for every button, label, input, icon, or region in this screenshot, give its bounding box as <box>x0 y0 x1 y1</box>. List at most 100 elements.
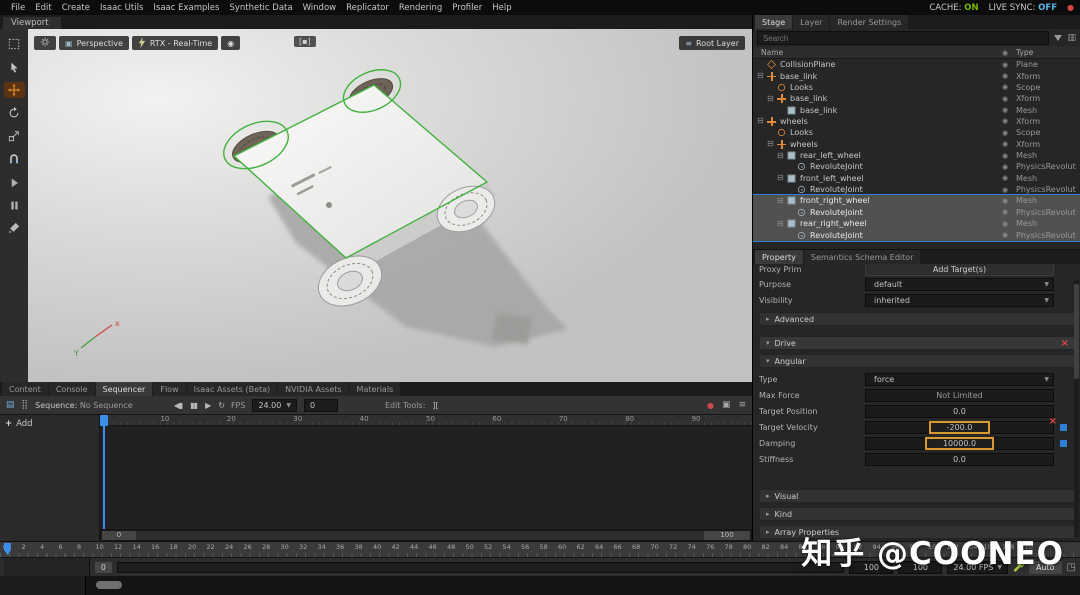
visibility-eye-icon[interactable]: ◉ <box>1002 129 1008 137</box>
root-layer-button[interactable]: ≡ Root Layer <box>679 36 745 50</box>
visibility-eye-icon[interactable]: ◉ <box>1002 61 1008 69</box>
collapse-toggle[interactable]: ⊟ <box>777 196 787 205</box>
camera-icon[interactable]: ▣ <box>722 400 731 410</box>
frame-input[interactable]: 0 <box>303 398 338 412</box>
loop-button[interactable]: ↻ <box>218 401 225 410</box>
range-start-handle[interactable]: 0 <box>102 530 136 540</box>
target-velocity-field[interactable]: -200.0 <box>865 421 1054 434</box>
tab-console[interactable]: Console <box>48 382 95 396</box>
collapse-toggle[interactable]: ⊟ <box>777 174 787 182</box>
stage-row-selected[interactable]: ⊟ rear_right_wheel ◉ Mesh <box>753 218 1080 230</box>
stage-row[interactable]: ⊟ front_left_wheel ◉ Mesh <box>753 173 1080 184</box>
playhead-line[interactable] <box>103 415 105 529</box>
move-tool[interactable] <box>3 82 25 98</box>
max-force-field[interactable]: Not Limited <box>865 389 1054 402</box>
menu-item[interactable]: Profiler <box>447 3 487 13</box>
record-icon[interactable]: ● <box>707 401 714 410</box>
remove-drive-icon[interactable]: × <box>1061 338 1069 349</box>
type-column-header[interactable]: Type <box>1016 48 1033 57</box>
renderer-menu-button[interactable]: RTX - Real-Time <box>131 36 219 50</box>
visibility-eye-icon[interactable]: ◉ <box>1002 231 1008 239</box>
rotate-tool[interactable] <box>4 105 25 121</box>
sequencer-timeline[interactable]: 10 20 30 40 50 60 70 80 90 0 100 <box>100 415 752 541</box>
stage-row[interactable]: Looks ◉ Scope <box>753 82 1080 93</box>
stage-row[interactable]: RevoluteJoint◉PhysicsRevolute. <box>753 161 1080 172</box>
collapse-toggle[interactable]: ⊟ <box>777 151 787 160</box>
channel-indicator-icon[interactable] <box>1060 440 1067 447</box>
visibility-column-icon[interactable]: ◉ <box>1002 49 1008 57</box>
stiffness-field[interactable]: 0.0 <box>865 453 1054 466</box>
remove-icon[interactable]: × <box>1049 416 1057 427</box>
auto-toggle[interactable]: Auto <box>1028 560 1062 574</box>
viewport-settings-button[interactable] <box>34 36 56 50</box>
range-end-handle[interactable]: 100 <box>704 530 750 540</box>
select-region-tool[interactable] <box>4 36 25 52</box>
visibility-eye-icon[interactable]: ◉ <box>1002 186 1008 194</box>
drive-type-dropdown[interactable]: force ▼ <box>865 373 1054 386</box>
stage-row[interactable]: ⊟ base_link ◉ Xform <box>753 93 1080 104</box>
timeline-fps-dropdown[interactable]: 24.00 FPS ▼ <box>947 560 1008 574</box>
channel-indicator-icon[interactable] <box>1060 424 1067 431</box>
column-options-icon[interactable]: ▥ <box>1067 33 1076 43</box>
pause-button[interactable]: ▮▮ <box>190 401 198 410</box>
name-column-header[interactable]: Name <box>761 48 783 57</box>
collapse-toggle[interactable]: ⊟ <box>777 219 787 228</box>
pause-button[interactable] <box>4 197 25 213</box>
visibility-eye-icon[interactable]: ◉ <box>1002 163 1008 171</box>
purpose-dropdown[interactable]: default ▼ <box>865 278 1054 291</box>
collapse-toggle[interactable]: ⊟ <box>757 72 767 80</box>
stage-row[interactable]: ⊟ rear_left_wheel ◉ Mesh <box>753 150 1080 161</box>
timeline-ruler[interactable]: 0246810121416182022242628303234363840424… <box>0 541 1080 557</box>
section-visual[interactable]: ▸ Visual <box>759 489 1076 503</box>
menu-item[interactable]: Synthetic Data <box>224 3 297 13</box>
collapse-toggle[interactable]: ⊟ <box>767 94 777 103</box>
timeline-track[interactable] <box>116 561 845 573</box>
stage-row[interactable]: Looks ◉ Scope <box>753 127 1080 138</box>
section-advanced[interactable]: ▸ Advanced <box>759 312 1076 326</box>
viewport-3d[interactable]: x Y ▣ Perspective RTX - Real-Time ◉ [▪] ≡… <box>28 29 752 382</box>
tab-materials[interactable]: Materials <box>349 382 401 396</box>
play-button[interactable] <box>4 174 25 190</box>
stage-row[interactable]: RevoluteJoint◉PhysicsRevolute. <box>753 184 1080 195</box>
add-track-button[interactable]: + Add <box>5 419 94 429</box>
range-track[interactable]: 0 100 <box>102 530 750 540</box>
scrollbar-thumb[interactable] <box>1074 284 1079 379</box>
menu-item[interactable]: Edit <box>30 3 56 13</box>
tab-semantics-schema-editor[interactable]: Semantics Schema Editor <box>803 250 921 264</box>
stage-row-selected[interactable]: RevoluteJoint◉PhysicsRevolute. <box>753 229 1080 241</box>
tab-flow[interactable]: Flow <box>153 382 186 396</box>
snap-tool[interactable] <box>4 151 25 167</box>
scale-tool[interactable] <box>4 128 25 144</box>
visibility-menu-button[interactable]: ◉ <box>221 36 241 50</box>
tab-render-settings[interactable]: Render Settings <box>830 15 909 29</box>
tab-layer[interactable]: Layer <box>793 15 830 29</box>
stage-row[interactable]: base_link ◉ Mesh <box>753 104 1080 115</box>
wrench-icon[interactable] <box>1013 561 1024 574</box>
menu-item[interactable]: Create <box>57 3 95 13</box>
visibility-eye-icon[interactable]: ◉ <box>1002 83 1008 91</box>
select-tool[interactable] <box>4 59 25 75</box>
visibility-eye-icon[interactable]: ◉ <box>1002 140 1008 148</box>
stage-row-selected[interactable]: RevoluteJoint◉PhysicsRevolute. <box>753 206 1080 219</box>
section-array-properties[interactable]: ▸ Array Properties <box>759 525 1076 539</box>
expand-panel-icon[interactable]: ◳ <box>1067 562 1076 573</box>
fps-dropdown[interactable]: 24.00 ▼ <box>252 398 297 412</box>
stage-row[interactable]: CollisionPlane ◉ Plane <box>753 59 1080 70</box>
tab-stage[interactable]: Stage <box>755 15 793 29</box>
visibility-eye-icon[interactable]: ◉ <box>1002 72 1008 80</box>
visibility-eye-icon[interactable]: ◉ <box>1002 152 1008 160</box>
grid-options-icon[interactable]: ⣿ <box>22 400 29 410</box>
tab-property[interactable]: Property <box>755 250 803 264</box>
camera-menu-button[interactable]: ▣ Perspective <box>59 36 129 50</box>
timeline-range-end-field[interactable]: 100 <box>898 560 943 574</box>
damping-field[interactable]: 10000.0 <box>865 437 1054 450</box>
visibility-eye-icon[interactable]: ◉ <box>1002 208 1008 216</box>
sequencer-ruler[interactable]: 10 20 30 40 50 60 70 80 90 <box>100 415 752 426</box>
hamburger-menu-icon[interactable]: ≡ <box>738 400 746 410</box>
play-button[interactable]: ▶ <box>205 401 211 410</box>
playhead-handle[interactable] <box>100 415 108 426</box>
visibility-eye-icon[interactable]: ◉ <box>1002 95 1008 103</box>
stage-row[interactable]: ⊟ wheels ◉ Xform <box>753 116 1080 127</box>
search-input[interactable] <box>757 31 1050 45</box>
filter-icon[interactable] <box>1054 35 1063 41</box>
